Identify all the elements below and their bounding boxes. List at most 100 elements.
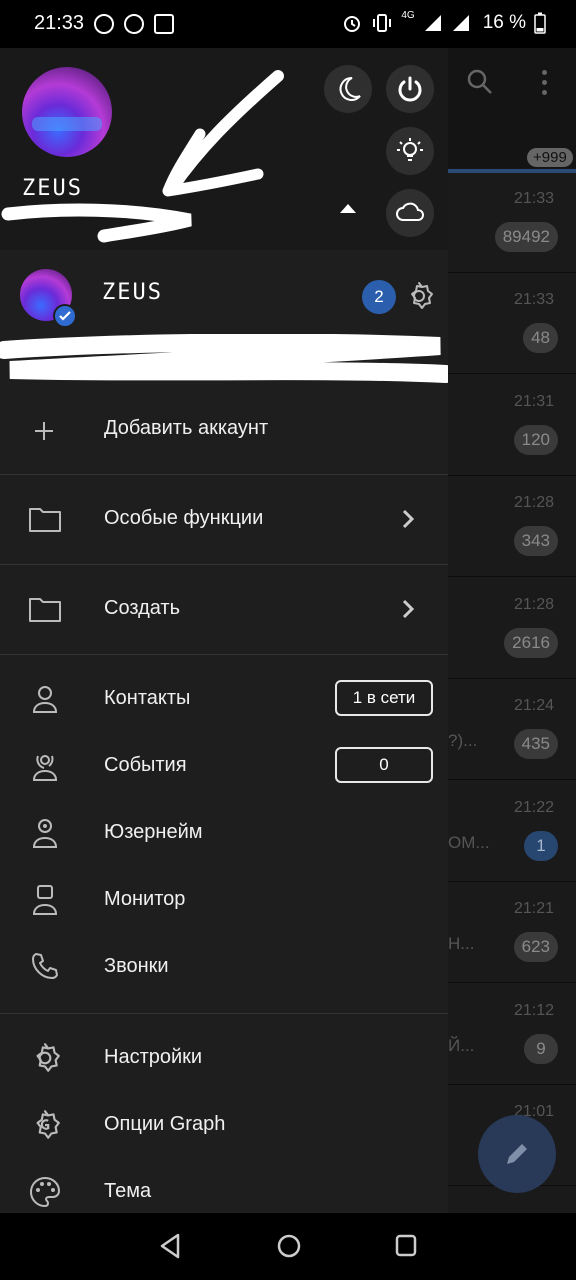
graph-options-item[interactable]: Опции Graph <box>0 1091 448 1157</box>
divider <box>0 1013 448 1014</box>
pencil-icon <box>507 1144 527 1164</box>
chat-time: 21:33 <box>513 190 554 207</box>
gallery-icon <box>154 14 174 34</box>
tips-button[interactable] <box>386 127 434 175</box>
home-icon[interactable] <box>276 1233 302 1259</box>
power-button[interactable] <box>386 65 434 113</box>
more-options-icon[interactable] <box>540 70 548 100</box>
settings-label: Настройки <box>104 1046 203 1068</box>
graph-gear-icon <box>36 1110 60 1139</box>
unread-count-badge: 120 <box>513 425 558 455</box>
create-item[interactable]: Создать <box>0 565 448 654</box>
unread-count-badge: 343 <box>513 526 558 556</box>
chat-snippet: OM... <box>448 833 490 852</box>
drawer-header: ZEUS <box>0 48 448 250</box>
chat-row[interactable]: 21:33 89492 <box>448 172 576 273</box>
chat-time: 21:12 <box>513 1002 554 1019</box>
chat-row[interactable]: 21:12 9 Й... <box>448 984 576 1085</box>
settings-item[interactable]: Настройки <box>0 1024 448 1090</box>
network-type: 4G <box>401 9 415 21</box>
unread-count-badge: 1 <box>524 831 558 861</box>
username-item[interactable]: Юзернейм <box>0 799 448 865</box>
cloud-button[interactable] <box>386 189 434 237</box>
chat-row[interactable]: 21:28 343 <box>448 476 576 577</box>
monitor-person-icon <box>32 885 58 915</box>
chat-time: 21:28 <box>513 494 554 511</box>
search-icon[interactable] <box>466 68 494 96</box>
recents-icon[interactable] <box>394 1233 418 1259</box>
system-navigation-bar <box>0 1213 576 1280</box>
telegram-icon <box>124 14 144 34</box>
gear-icon[interactable] <box>403 280 435 312</box>
compose-button[interactable] <box>478 1115 556 1193</box>
chat-row[interactable]: 21:21 623 H... <box>448 882 576 983</box>
chat-time: 21:33 <box>513 291 554 308</box>
add-account-label: Добавить аккаунт <box>104 417 269 439</box>
monitor-item[interactable]: Монитор <box>0 866 448 932</box>
alarm-icon <box>344 16 361 32</box>
palette-icon <box>30 1176 61 1208</box>
whatsapp-icon <box>94 14 114 34</box>
chat-snippet: Й... <box>448 1036 475 1055</box>
notification-icons <box>94 14 174 34</box>
events-count-badge: 0 <box>335 747 433 783</box>
calls-item[interactable]: Звонки <box>0 933 448 999</box>
signal-icon-1 <box>424 15 441 31</box>
person-icon <box>32 686 58 713</box>
vibrate-icon <box>373 14 392 32</box>
plus-icon <box>35 422 53 440</box>
profile-avatar[interactable] <box>22 67 112 157</box>
chat-time: 21:21 <box>513 900 554 917</box>
monitor-label: Монитор <box>104 888 186 910</box>
settings-gear-icon <box>36 1043 60 1072</box>
cloud-icon <box>396 202 424 221</box>
chevron-right-icon <box>402 509 415 529</box>
chat-row[interactable]: 21:24 435?)... <box>448 679 576 780</box>
events-item[interactable]: События 0 <box>0 732 448 798</box>
chat-row[interactable]: 21:33 48 <box>448 273 576 374</box>
back-icon[interactable] <box>158 1233 182 1259</box>
chat-row[interactable]: 21:28 2616 <box>448 578 576 679</box>
accounts-collapse-arrow[interactable] <box>340 204 356 213</box>
account-row[interactable]: ZEUS 2 <box>0 250 448 340</box>
folder-icon <box>29 598 61 622</box>
radar-person-icon <box>32 755 58 781</box>
chat-row[interactable]: 21:31 120 <box>448 375 576 476</box>
events-label: События <box>104 754 187 776</box>
folder-icon <box>29 508 61 532</box>
special-features-item[interactable]: Особые функции <box>0 475 448 564</box>
chat-time: 21:24 <box>513 697 554 714</box>
status-time: 21:33 <box>34 12 85 34</box>
calls-label: Звонки <box>104 955 169 977</box>
divider <box>0 654 448 655</box>
power-icon <box>398 76 422 102</box>
graph-options-label: Опции Graph <box>104 1113 226 1135</box>
theme-item[interactable]: Тема <box>0 1158 448 1213</box>
chat-snippet: H... <box>448 934 475 953</box>
battery-icon <box>534 12 546 34</box>
battery-percent: 16 % <box>482 12 526 33</box>
chat-snippet: ?)... <box>448 731 478 750</box>
chat-time: 21:31 <box>513 393 554 410</box>
create-label: Создать <box>104 597 181 619</box>
account-name: ZEUS <box>102 280 163 305</box>
redaction-scribble <box>0 334 448 383</box>
contacts-item[interactable]: Контакты 1 в сети <box>0 665 448 731</box>
username-label: Юзернейм <box>104 821 203 843</box>
system-icons: 4G 16 % <box>341 9 546 34</box>
moon-icon <box>339 76 361 101</box>
online-count-badge: 1 в сети <box>335 680 433 716</box>
unread-count-badge: 89492 <box>494 222 558 252</box>
chat-row[interactable]: 21:22 1 OM... <box>448 781 576 882</box>
folder-badge: +999 <box>527 148 573 167</box>
account-unread-badge: 2 <box>362 280 396 314</box>
add-account-item[interactable]: Добавить аккаунт <box>0 393 448 474</box>
chat-time: 21:22 <box>513 799 554 816</box>
special-features-label: Особые функции <box>104 507 264 529</box>
contacts-label: Контакты <box>104 687 191 709</box>
status-bar: 21:33 4G 16 % <box>0 0 576 48</box>
checkmark-icon <box>53 304 77 328</box>
night-mode-button[interactable] <box>324 65 372 113</box>
profile-name: ZEUS <box>22 176 83 201</box>
unread-count-badge: 48 <box>523 323 558 353</box>
